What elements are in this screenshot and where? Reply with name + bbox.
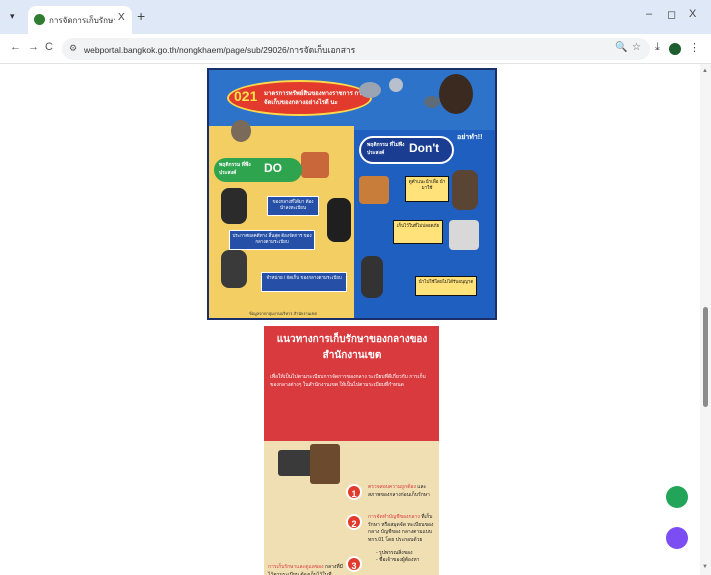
infographic-evidence-guidelines: แนวทางการเก็บรักษาของกลางของ สำนักงานเขต… [264,326,439,575]
step-1-number: 1 [346,484,362,500]
step-1-highlight: ตรวจสอบความถูกต้อง [368,484,416,490]
phone-illustration [449,220,479,250]
window-restore-button[interactable]: ◻ [667,8,676,21]
tab-close-icon[interactable]: X [118,12,125,23]
new-tab-button[interactable]: + [137,9,145,23]
download-icon[interactable]: ⤓ [655,41,660,54]
food-cart-illustration [301,152,329,178]
infographic-footer: ข้อมูลจากกลุ่มงานบริหาร สำนักงานเขต [249,311,317,316]
scroll-down-icon[interactable]: ▼ [702,564,708,570]
officer-illustration [221,188,247,224]
pot-illustration [231,120,251,142]
browser-tab[interactable]: การจัดการเก็บรักษาเอกสาร X [28,6,132,34]
scroll-up-icon[interactable]: ▲ [702,68,708,74]
window-minimize-button[interactable]: – [646,8,652,20]
profile-avatar[interactable] [669,43,681,55]
do-item-2: ประกาศผลคดีทาง สิ้นสุด ต้องจัดการ ของกลา… [229,230,315,250]
court-building-illustration [310,444,340,484]
dont-item-1: ดูคำแนะนำเพื่อ นำมาใช้ [405,176,449,202]
step-3-text: การเก็บรักษาและดูแลของ กลางที่มีไว้ตามระ… [268,564,344,575]
do-item-3: จำหน่าย / จัดเก็บ ของกลางตามระเบียบ [261,272,347,292]
infographic-title: มาตรการทรัพย์สินของทางราชการ การจัดเก็บข… [264,91,365,106]
do-pill: พฤติกรรม ที่พึงประสงค์ DO [214,158,302,182]
step-1-text: ตรวจสอบความถูกต้อง และ สภาพของกลางก่อนเก… [368,484,439,499]
title-banner: 021 มาตรการทรัพย์สินของทางราชการ การจัดเ… [227,80,372,116]
reload-button[interactable]: C [45,41,53,53]
dont-pill: พฤติกรรม ที่ไม่พึงประสงค์ Don't [359,136,454,164]
page-content: 021 มาตรการทรัพย์สินของทางราชการ การจัดเ… [0,64,700,575]
browser-toolbar: ← → C ⚙ webportal.bangkok.go.th/nongkhae… [0,34,711,64]
dont-item-3: นำไปใช้โดยไม่ได้รับอนุญาต [415,276,477,296]
messenger-icon[interactable] [666,527,688,549]
bookmark-star-icon[interactable]: ☆ [632,42,641,53]
list-item: - รูปพรรณสิ่งของ [376,550,413,556]
guideline-title: แนวทางการเก็บรักษาของกลางของ สำนักงานเขต [276,334,428,361]
forward-button[interactable]: → [28,41,39,53]
tab-list-button[interactable]: ▾ [10,11,15,22]
bullet-list: - รูปพรรณสิ่งของ - ชื่อเจ้าของผู้ต้องหา [376,550,419,564]
step-2-number: 2 [346,514,362,530]
tab-title: การจัดการเก็บรักษาเอกสาร [49,16,115,25]
camera-illustration [424,96,440,108]
address-bar[interactable]: ⚙ webportal.bangkok.go.th/nongkhaem/page… [62,38,650,60]
guideline-description: เพื่อให้เป็นไปตามระเบียบการจัดการของกลาง… [270,374,426,388]
url-text[interactable]: webportal.bangkok.go.th/nongkhaem/page/s… [84,43,355,57]
do-item-1: ของกลางที่ได้มา ต้องนำลงทะเบียน [267,196,319,216]
back-button[interactable]: ← [10,41,21,53]
browser-menu-icon[interactable]: ⋮ [689,41,700,54]
dont-item-2: เก็บไว้ในที่ไม่ปลอดภัย [393,220,443,244]
goods-illustration [359,176,389,204]
dont-label: พฤติกรรม ที่ไม่พึงประสงค์ [367,142,405,156]
step-3-highlight: การเก็บรักษาและดูแลของ [268,564,324,570]
avoid-note: อย่าทำ!! [457,134,483,141]
site-favicon-icon [34,14,45,25]
handcuffs-illustration [359,82,381,98]
officer-illustration-2 [221,250,247,288]
person-illustration [452,170,478,210]
phone-contact-icon[interactable] [666,486,688,508]
suspect-illustration [361,256,383,298]
coin-illustration [389,78,403,92]
guideline-header: แนวทางการเก็บรักษาของกลางของ สำนักงานเขต… [264,326,439,441]
police-illustration [327,198,351,242]
page-scrollbar[interactable]: ▲ ▼ [700,64,711,575]
step-2-text: การจัดทำบัญชีของกลาง ที่เก็บรักษา หรือสม… [368,514,439,544]
step-3-number: 3 [346,556,362,572]
step-2-highlight: การจัดทำบัญชีของกลาง [368,514,420,520]
infographic-asset-measures: 021 มาตรการทรัพย์สินของทางราชการ การจัดเ… [207,68,497,320]
dont-word: Don't [409,141,440,155]
zoom-icon[interactable]: 🔍 [615,42,627,53]
scroll-thumb[interactable] [703,307,708,407]
do-word: DO [264,161,282,175]
thief-illustration [439,74,473,114]
tab-strip: ▾ การจัดการเก็บรักษาเอกสาร X + – ◻ X [0,0,711,34]
badge-number: 021 [234,88,258,104]
site-info-icon[interactable]: ⚙ [69,43,77,54]
window-close-button[interactable]: X [689,8,696,20]
do-label: พฤติกรรม ที่พึงประสงค์ [219,162,251,176]
list-item: - ชื่อเจ้าของผู้ต้องหา [376,557,420,563]
